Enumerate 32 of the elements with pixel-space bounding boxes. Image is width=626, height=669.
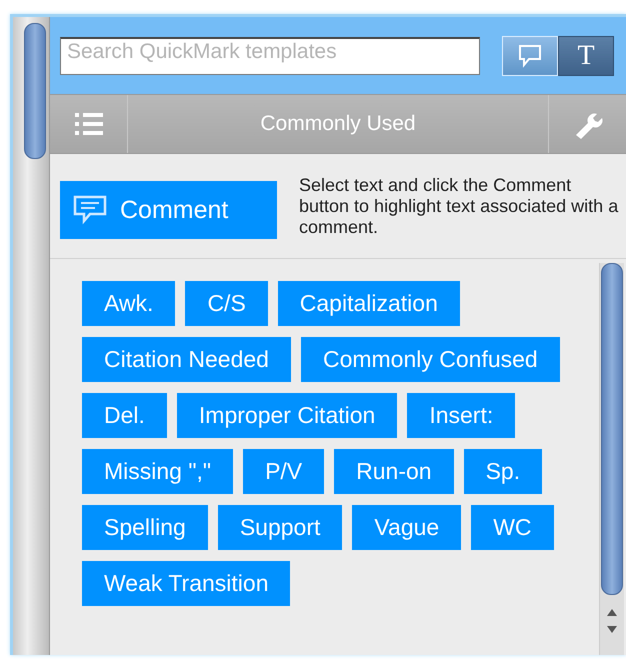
scroll-thumb[interactable]	[24, 23, 46, 159]
quickmark-button[interactable]: C/S	[185, 281, 268, 326]
quickmark-button[interactable]: Sp.	[464, 449, 542, 494]
text-mode-button[interactable]: T	[558, 36, 614, 76]
speech-bubble-icon	[517, 44, 543, 68]
quickmark-button[interactable]: P/V	[243, 449, 324, 494]
quickmark-button[interactable]: Support	[218, 505, 342, 550]
quickmark-button[interactable]: Vague	[352, 505, 462, 550]
comment-button[interactable]: Comment	[60, 181, 277, 239]
quickmark-button[interactable]: Del.	[82, 393, 167, 438]
quickmark-button[interactable]: Improper Citation	[176, 393, 398, 438]
comment-mode-button[interactable]	[502, 36, 558, 76]
scroll-thumb[interactable]	[601, 263, 623, 595]
search-field[interactable]: Search QuickMark templates	[60, 36, 480, 74]
list-icon	[72, 110, 104, 138]
scrollbar[interactable]	[599, 263, 624, 655]
quickmark-button[interactable]: Run-on	[334, 449, 454, 494]
quickmark-button[interactable]: Awk.	[82, 281, 176, 326]
scrollbar[interactable]	[13, 17, 50, 655]
quickmark-button[interactable]: WC	[471, 505, 554, 550]
scroll-down-icon[interactable]	[606, 625, 618, 635]
quickmark-button[interactable]: Missing ","	[82, 449, 234, 494]
quickmark-button[interactable]: Spelling	[82, 505, 208, 550]
quickmark-button[interactable]: Capitalization	[278, 281, 460, 326]
quickmark-button[interactable]: Citation Needed	[82, 337, 291, 382]
quickmark-button[interactable]: Weak Transition	[82, 561, 290, 606]
quickmark-button[interactable]: Insert:	[407, 393, 516, 438]
category-title: Commonly Used	[259, 111, 417, 137]
scroll-up-icon[interactable]	[606, 607, 618, 617]
speech-bubble-icon	[72, 194, 108, 226]
instructions-text: Select text and click the Comment button to highlight text associated with a comment.	[299, 174, 619, 238]
quickmark-button[interactable]: Commonly Confused	[300, 337, 560, 382]
